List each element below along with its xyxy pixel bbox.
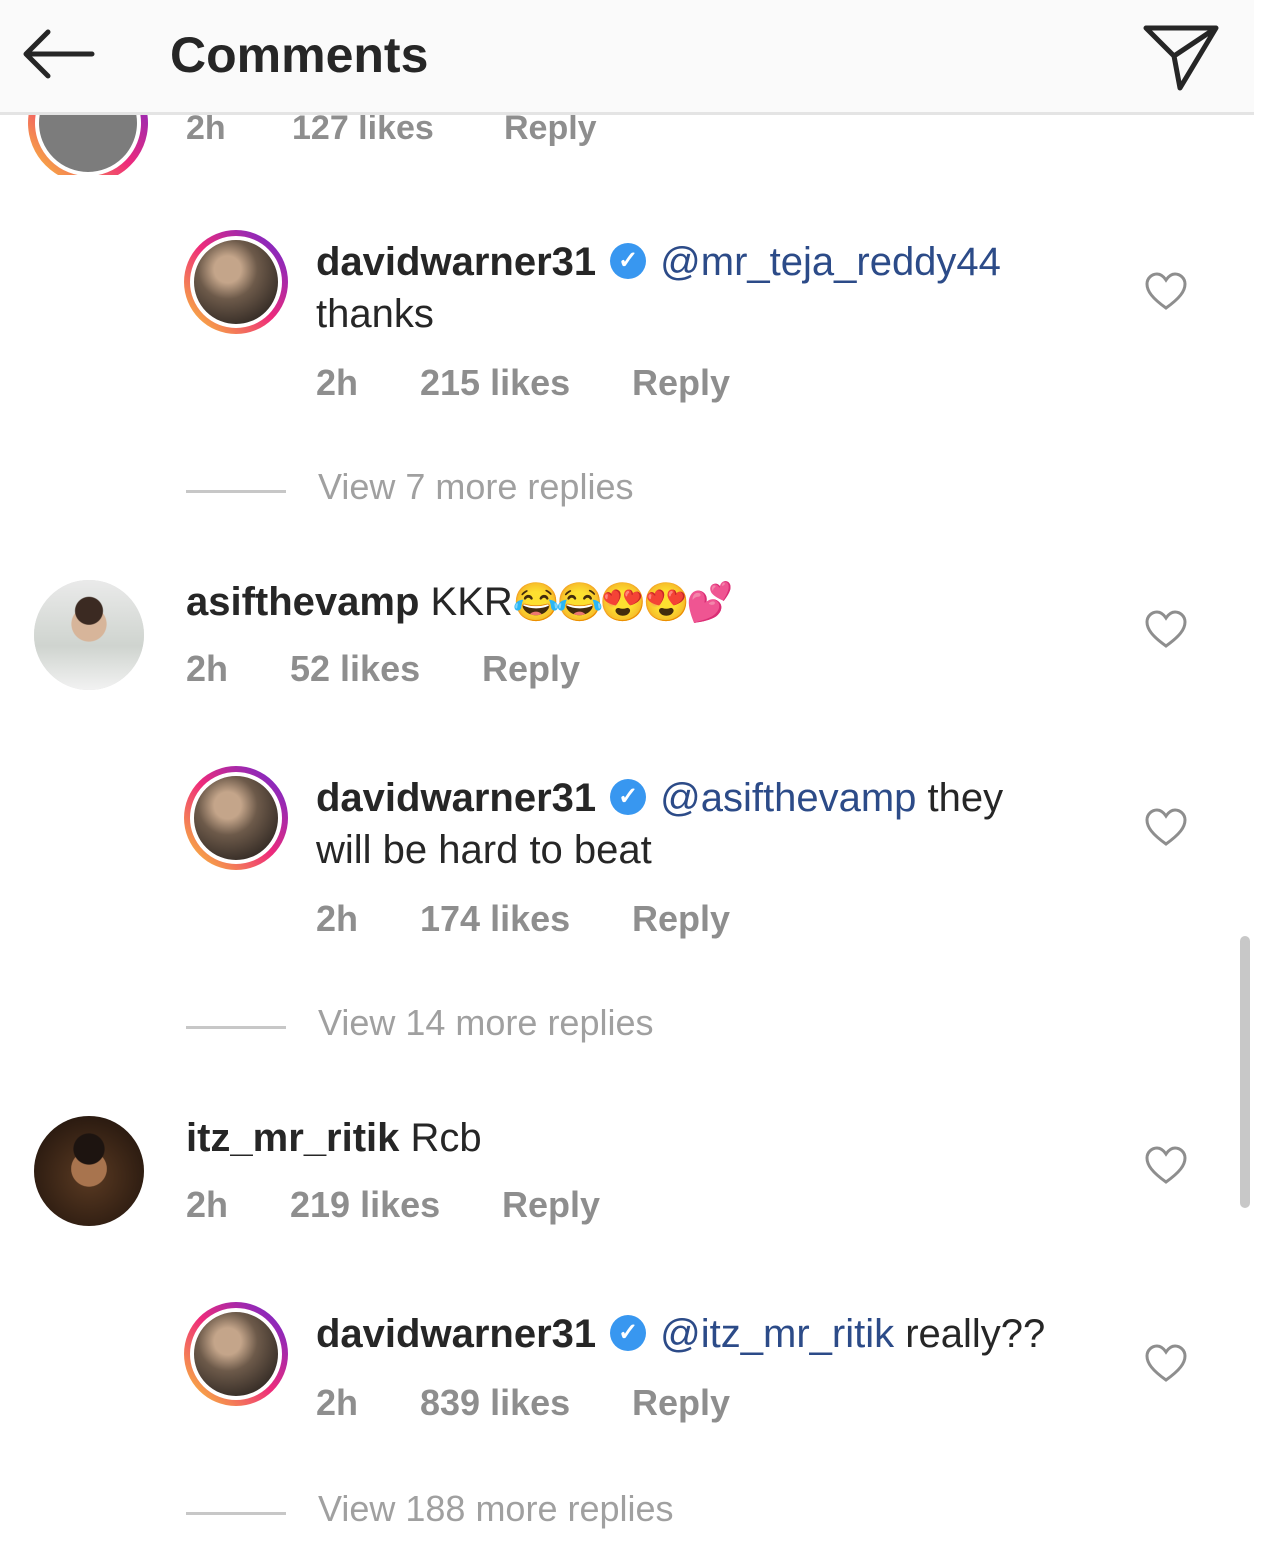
avatar-image: [34, 580, 144, 690]
comment-text: davidwarner31 ✓ @itz_mr_ritik really??: [316, 1308, 1136, 1360]
comment-time: 2h: [316, 1382, 359, 1423]
username[interactable]: davidwarner31: [316, 776, 596, 820]
comment-text: itz_mr_ritik Rcb: [186, 1112, 1086, 1164]
verified-badge-icon: ✓: [610, 243, 647, 280]
comment-time: 2h: [316, 898, 359, 939]
emoji-text: 😂😂😍😍💕: [512, 582, 734, 624]
mention-link[interactable]: @itz_mr_ritik: [660, 1312, 894, 1356]
comment-text: asifthevamp KKR😂😂😍😍💕: [186, 576, 1086, 629]
reply-button[interactable]: Reply: [632, 362, 730, 404]
avatar[interactable]: [34, 1116, 144, 1226]
reply-button[interactable]: Reply: [632, 898, 730, 940]
reply-button[interactable]: Reply: [482, 648, 580, 690]
view-more-replies-label[interactable]: View 7 more replies: [318, 466, 633, 508]
avatar-image: [190, 1308, 282, 1400]
likes-count[interactable]: 127 likes: [292, 115, 434, 148]
comment-body: really??: [894, 1312, 1046, 1356]
reply-button[interactable]: Reply: [504, 115, 597, 148]
likes-count[interactable]: 219 likes: [290, 1184, 440, 1226]
view-more-replies-label[interactable]: View 188 more replies: [318, 1488, 674, 1530]
comment-text: davidwarner31 ✓ @mr_teja_reddy44 thanks: [316, 236, 1116, 340]
page-title: Comments: [170, 27, 429, 83]
username[interactable]: davidwarner31: [316, 1312, 596, 1356]
arrow-left-icon[interactable]: [18, 22, 98, 86]
avatar[interactable]: [184, 766, 288, 870]
heart-outline-icon[interactable]: [1144, 1146, 1188, 1186]
verified-badge-icon: ✓: [610, 1315, 647, 1352]
divider-line: [186, 490, 286, 493]
divider-line: [186, 1026, 286, 1029]
heart-outline-icon[interactable]: [1144, 610, 1188, 650]
heart-outline-icon[interactable]: [1144, 272, 1188, 312]
avatar-image: [190, 236, 282, 328]
partial-comment: 2h 127 likes Reply: [0, 115, 1254, 175]
likes-count[interactable]: 52 likes: [290, 648, 420, 690]
divider-line: [186, 1512, 286, 1515]
likes-count[interactable]: 839 likes: [420, 1382, 570, 1424]
avatar-image: [190, 772, 282, 864]
reply-button[interactable]: Reply: [632, 1382, 730, 1424]
username[interactable]: itz_mr_ritik: [186, 1116, 399, 1160]
mention-link[interactable]: @mr_teja_reddy44: [660, 240, 1001, 284]
comment-time: 2h: [186, 1184, 229, 1225]
mention-link[interactable]: @asifthevamp: [660, 776, 916, 820]
likes-count[interactable]: 174 likes: [420, 898, 570, 940]
send-icon[interactable]: [1140, 16, 1222, 94]
comment-body-continued: will be hard to beat: [316, 828, 652, 872]
avatar-image: [34, 1116, 144, 1226]
comment-body: Rcb: [410, 1116, 482, 1160]
comment-text: davidwarner31 ✓ @asifthevamp they will be …: [316, 772, 1116, 876]
username[interactable]: asifthevamp: [186, 580, 419, 624]
avatar[interactable]: [34, 580, 144, 690]
reply-button[interactable]: Reply: [502, 1184, 600, 1226]
heart-outline-icon[interactable]: [1144, 808, 1188, 848]
likes-count[interactable]: 215 likes: [420, 362, 570, 404]
view-more-replies-label[interactable]: View 14 more replies: [318, 1002, 654, 1044]
top-bar: Comments: [0, 0, 1254, 115]
comment-time: 2h: [316, 362, 359, 403]
username[interactable]: davidwarner31: [316, 240, 596, 284]
comment-body: KKR: [430, 580, 513, 624]
comment-time: 2h: [186, 115, 226, 147]
avatar[interactable]: [28, 115, 148, 175]
comment-body: they: [916, 776, 1004, 820]
avatar[interactable]: [184, 230, 288, 334]
comment-body: thanks: [316, 292, 434, 336]
scrollbar[interactable]: [1240, 936, 1250, 1208]
heart-outline-icon[interactable]: [1144, 1344, 1188, 1384]
comment-time: 2h: [186, 648, 229, 689]
avatar[interactable]: [184, 1302, 288, 1406]
verified-badge-icon: ✓: [610, 779, 647, 816]
